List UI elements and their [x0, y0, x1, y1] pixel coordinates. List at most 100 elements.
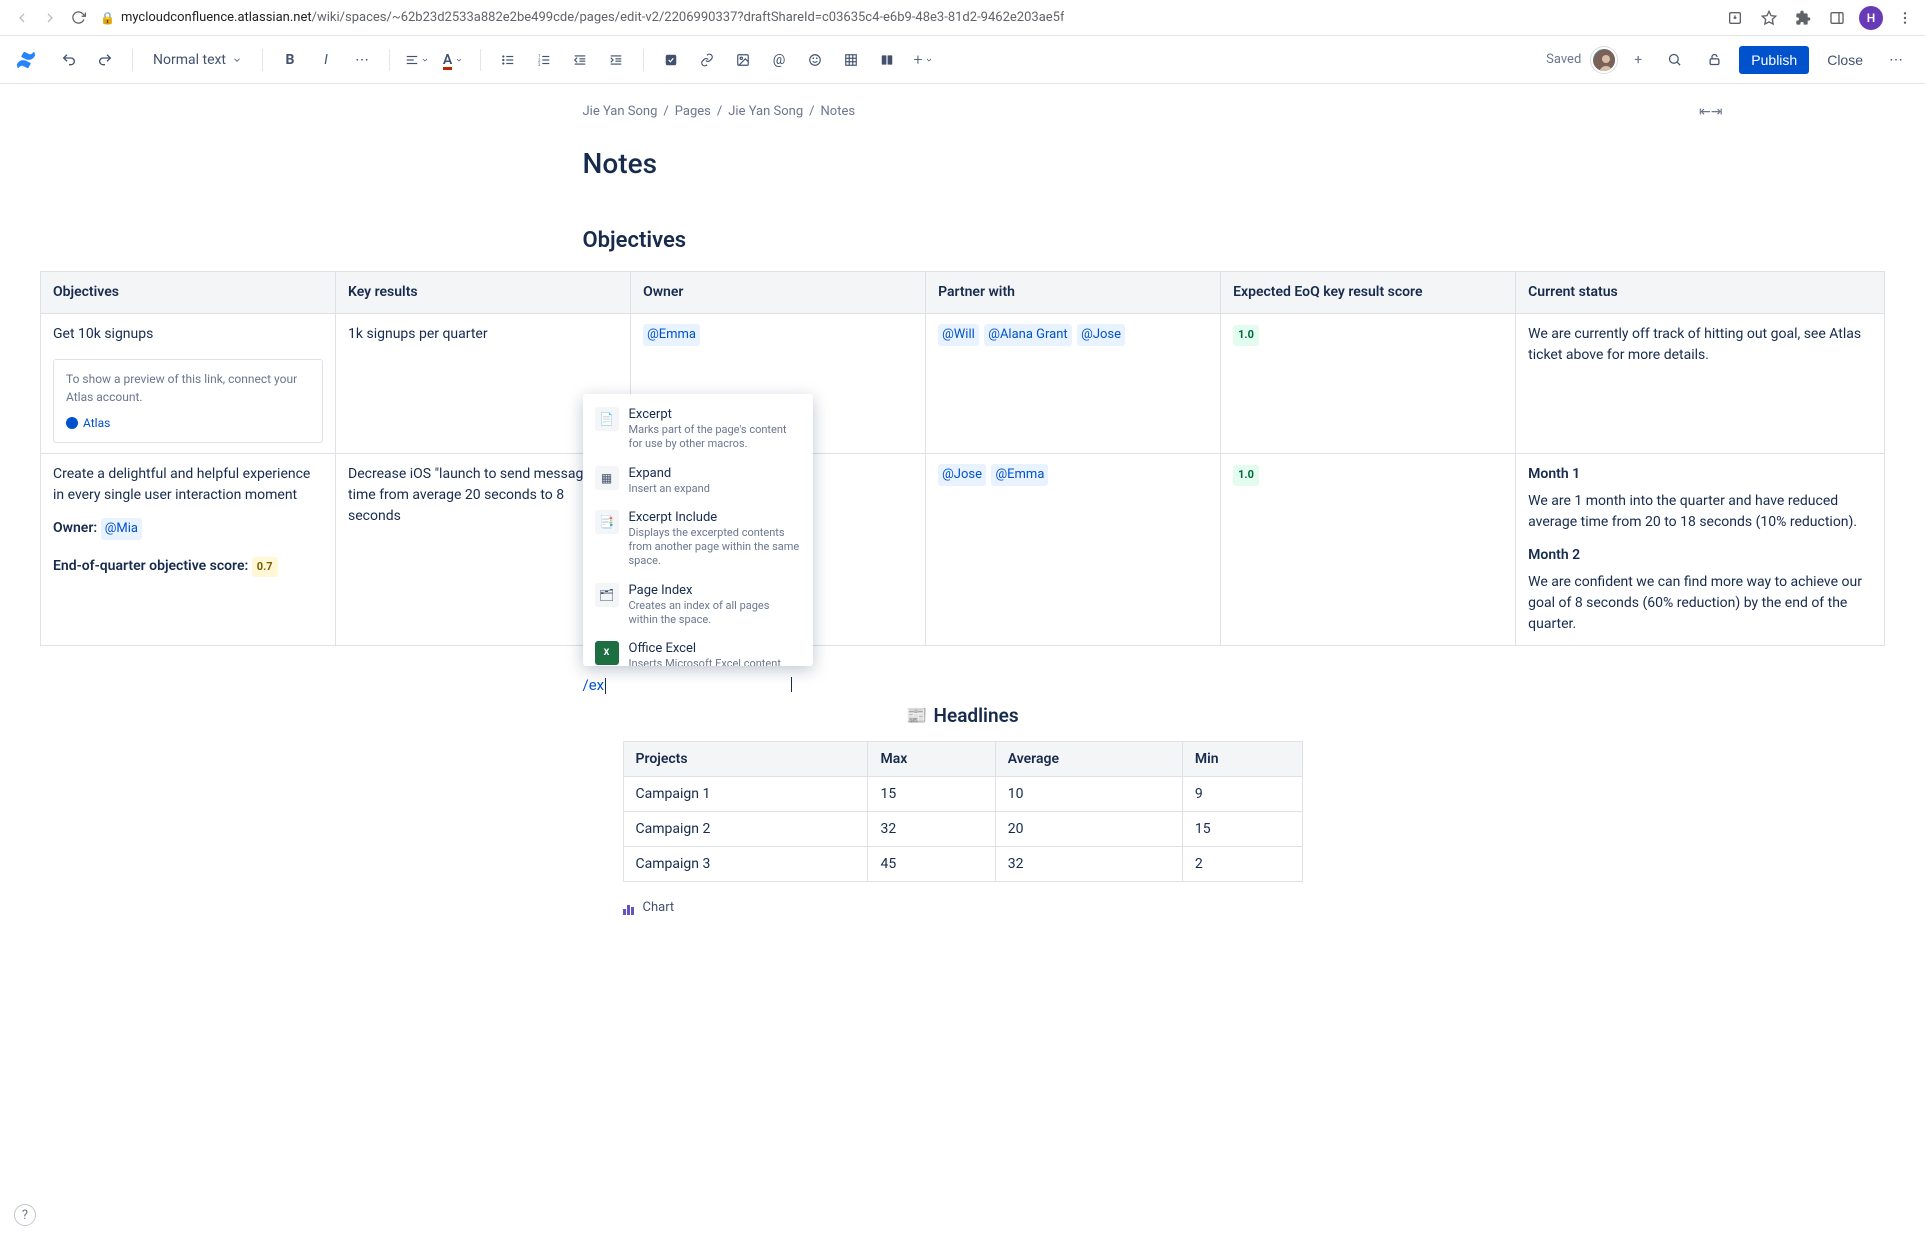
- image-button[interactable]: [728, 45, 758, 75]
- cell-status[interactable]: Month 1 We are 1 month into the quarter …: [1516, 454, 1885, 646]
- insert-dropdown[interactable]: +: [908, 45, 938, 75]
- table-cell[interactable]: 15: [868, 777, 995, 812]
- mention[interactable]: @Emma: [991, 464, 1048, 486]
- slash-item-expand[interactable]: ▦ Expand Insert an expand: [583, 459, 813, 503]
- table-cell[interactable]: 32: [995, 847, 1182, 882]
- align-dropdown[interactable]: [402, 45, 432, 75]
- table-cell[interactable]: 45: [868, 847, 995, 882]
- table-header[interactable]: Current status: [1516, 272, 1885, 314]
- table-cell[interactable]: 15: [1182, 812, 1302, 847]
- collaborator-avatar[interactable]: [1591, 47, 1617, 73]
- table-header[interactable]: Min: [1182, 742, 1302, 777]
- table-button[interactable]: [836, 45, 866, 75]
- slash-item-page-index[interactable]: 🗂 Page Index Creates an index of all pag…: [583, 576, 813, 635]
- table-header[interactable]: Average: [995, 742, 1182, 777]
- chrome-menu-icon[interactable]: [1893, 6, 1917, 30]
- mention-button[interactable]: @: [764, 45, 794, 75]
- text-color-button[interactable]: A: [438, 45, 468, 75]
- cell-partners[interactable]: @Will @Alana Grant @Jose: [926, 314, 1221, 454]
- slash-trigger-text[interactable]: /ex: [583, 674, 1343, 704]
- table-header[interactable]: Key results: [336, 272, 631, 314]
- table-header[interactable]: Expected EoQ key result score: [1221, 272, 1516, 314]
- restrictions-button[interactable]: [1699, 45, 1729, 75]
- close-button[interactable]: Close: [1819, 46, 1871, 74]
- text-style-dropdown[interactable]: Normal text: [145, 45, 250, 75]
- page-index-icon: 🗂: [595, 583, 619, 607]
- indent-button[interactable]: [601, 45, 631, 75]
- atlas-smartlink-card[interactable]: To show a preview of this link, connect …: [53, 359, 323, 443]
- headlines-heading[interactable]: 📰 Headlines: [583, 704, 1343, 727]
- table-cell[interactable]: Campaign 2: [623, 812, 868, 847]
- mention[interactable]: @Alana Grant: [984, 324, 1071, 346]
- cell-partners[interactable]: @Jose @Emma: [926, 454, 1221, 646]
- italic-button[interactable]: I: [311, 45, 341, 75]
- layouts-button[interactable]: [872, 45, 902, 75]
- mention[interactable]: @Mia: [101, 518, 142, 540]
- action-item-button[interactable]: [656, 45, 686, 75]
- breadcrumb-item[interactable]: Notes: [821, 104, 856, 119]
- objectives-table[interactable]: Objectives Key results Owner Partner wit…: [40, 271, 1885, 646]
- objectives-heading[interactable]: Objectives: [583, 228, 1343, 253]
- redo-button[interactable]: [90, 45, 120, 75]
- table-header[interactable]: Partner with: [926, 272, 1221, 314]
- more-format-button[interactable]: ⋯: [347, 45, 377, 75]
- confluence-logo-icon[interactable]: [14, 48, 38, 72]
- breadcrumb-item[interactable]: Jie Yan Song: [583, 104, 658, 119]
- table-header[interactable]: Owner: [631, 272, 926, 314]
- slash-item-excerpt-include[interactable]: 📑 Excerpt Include Displays the excerpted…: [583, 503, 813, 576]
- table-cell[interactable]: 2: [1182, 847, 1302, 882]
- emoji-button[interactable]: [800, 45, 830, 75]
- reload-button[interactable]: [64, 4, 92, 32]
- mention[interactable]: @Emma: [643, 324, 700, 346]
- slash-item-excerpt[interactable]: 📄 Excerpt Marks part of the page's conte…: [583, 400, 813, 459]
- table-cell[interactable]: Campaign 1: [623, 777, 868, 812]
- table-header[interactable]: Projects: [623, 742, 868, 777]
- table-header[interactable]: Objectives: [41, 272, 336, 314]
- sidepanel-icon[interactable]: [1825, 6, 1849, 30]
- back-button[interactable]: [8, 4, 36, 32]
- profile-avatar[interactable]: H: [1859, 6, 1883, 30]
- more-actions-button[interactable]: ⋯: [1881, 45, 1911, 75]
- table-cell[interactable]: 20: [995, 812, 1182, 847]
- breadcrumb-item[interactable]: Jie Yan Song: [728, 104, 803, 119]
- editor-toolbar: Normal text B I ⋯ A 123: [0, 36, 1925, 84]
- link-button[interactable]: [692, 45, 722, 75]
- numbered-list-button[interactable]: 123: [529, 45, 559, 75]
- install-app-icon[interactable]: [1723, 6, 1747, 30]
- star-icon[interactable]: [1757, 6, 1781, 30]
- mention[interactable]: @Jose: [1077, 324, 1125, 346]
- cell-objective[interactable]: Get 10k signups To show a preview of thi…: [41, 314, 336, 454]
- cell-status[interactable]: We are currently off track of hitting ou…: [1516, 314, 1885, 454]
- undo-button[interactable]: [54, 45, 84, 75]
- mention[interactable]: @Jose: [938, 464, 986, 486]
- cell-score[interactable]: 1.0: [1221, 314, 1516, 454]
- slash-item-office-excel[interactable]: X Office Excel Inserts Microsoft Excel c…: [583, 634, 813, 666]
- table-cell[interactable]: Campaign 3: [623, 847, 868, 882]
- forward-button[interactable]: [36, 4, 64, 32]
- chart-macro[interactable]: Chart: [623, 900, 1303, 915]
- extensions-icon[interactable]: [1791, 6, 1815, 30]
- table-cell[interactable]: 32: [868, 812, 995, 847]
- table-header[interactable]: Max: [868, 742, 995, 777]
- cell-objective[interactable]: Create a delightful and helpful experien…: [41, 454, 336, 646]
- help-button[interactable]: ?: [14, 1204, 36, 1226]
- find-button[interactable]: [1659, 45, 1689, 75]
- bullet-list-button[interactable]: [493, 45, 523, 75]
- table-cell[interactable]: 10: [995, 777, 1182, 812]
- bold-button[interactable]: B: [275, 45, 305, 75]
- address-bar[interactable]: 🔒 mycloudconfluence.atlassian.net/wiki/s…: [100, 10, 1707, 25]
- page-width-toggle[interactable]: ⇤⇥: [1699, 104, 1722, 120]
- save-status: Saved: [1546, 52, 1581, 67]
- page-title[interactable]: Notes: [583, 147, 1343, 180]
- slash-command-popup[interactable]: 📄 Excerpt Marks part of the page's conte…: [583, 394, 813, 666]
- table-cell[interactable]: 9: [1182, 777, 1302, 812]
- breadcrumb-item[interactable]: Pages: [675, 104, 711, 119]
- add-collaborator-button[interactable]: +: [1627, 49, 1649, 71]
- cell-score[interactable]: 1.0: [1221, 454, 1516, 646]
- publish-button[interactable]: Publish: [1739, 46, 1809, 74]
- mention[interactable]: @Will: [938, 324, 979, 346]
- atlas-connect-link[interactable]: Atlas: [66, 414, 310, 432]
- table-row: Campaign 1 15 10 9: [623, 777, 1302, 812]
- projects-table[interactable]: Projects Max Average Min Campaign 1 15 1…: [623, 741, 1303, 882]
- outdent-button[interactable]: [565, 45, 595, 75]
